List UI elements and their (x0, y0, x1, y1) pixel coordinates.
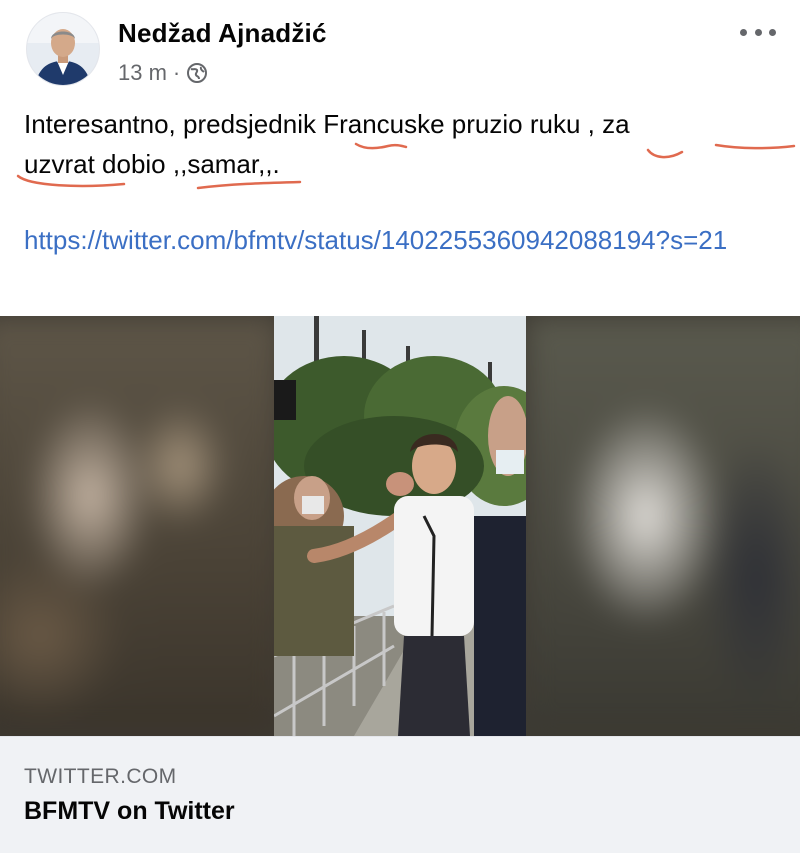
twitter-status-link[interactable]: https://twitter.com/bfmtv/status/1402255… (24, 220, 784, 260)
meta-separator: · (172, 60, 181, 85)
more-dot (740, 28, 747, 36)
facebook-post: Nedžad Ajnadžić 13 m · Interesantno, pre… (0, 0, 800, 853)
video-frame (274, 316, 526, 736)
video-thumbnail[interactable] (0, 316, 800, 736)
link-preview-card[interactable]: TWITTER.COM BFMTV on Twitter (0, 736, 800, 853)
link-preview-domain: TWITTER.COM (24, 765, 177, 788)
link-preview-title[interactable]: BFMTV on Twitter (24, 797, 235, 826)
globe-icon[interactable] (186, 62, 208, 84)
blurred-background-right (526, 316, 800, 736)
post-text: Interesantno, predsjednik Francuske pruz… (24, 109, 630, 179)
author-name[interactable]: Nedžad Ajnadžić (118, 18, 327, 49)
more-options-button[interactable] (740, 22, 776, 42)
more-dot (754, 28, 762, 36)
avatar-photo (27, 13, 99, 85)
post-meta: 13 m · (118, 60, 208, 86)
avatar[interactable] (26, 12, 100, 86)
post-time[interactable]: 13 m (118, 60, 167, 86)
more-dot (769, 28, 776, 36)
blurred-background-left (0, 316, 280, 736)
